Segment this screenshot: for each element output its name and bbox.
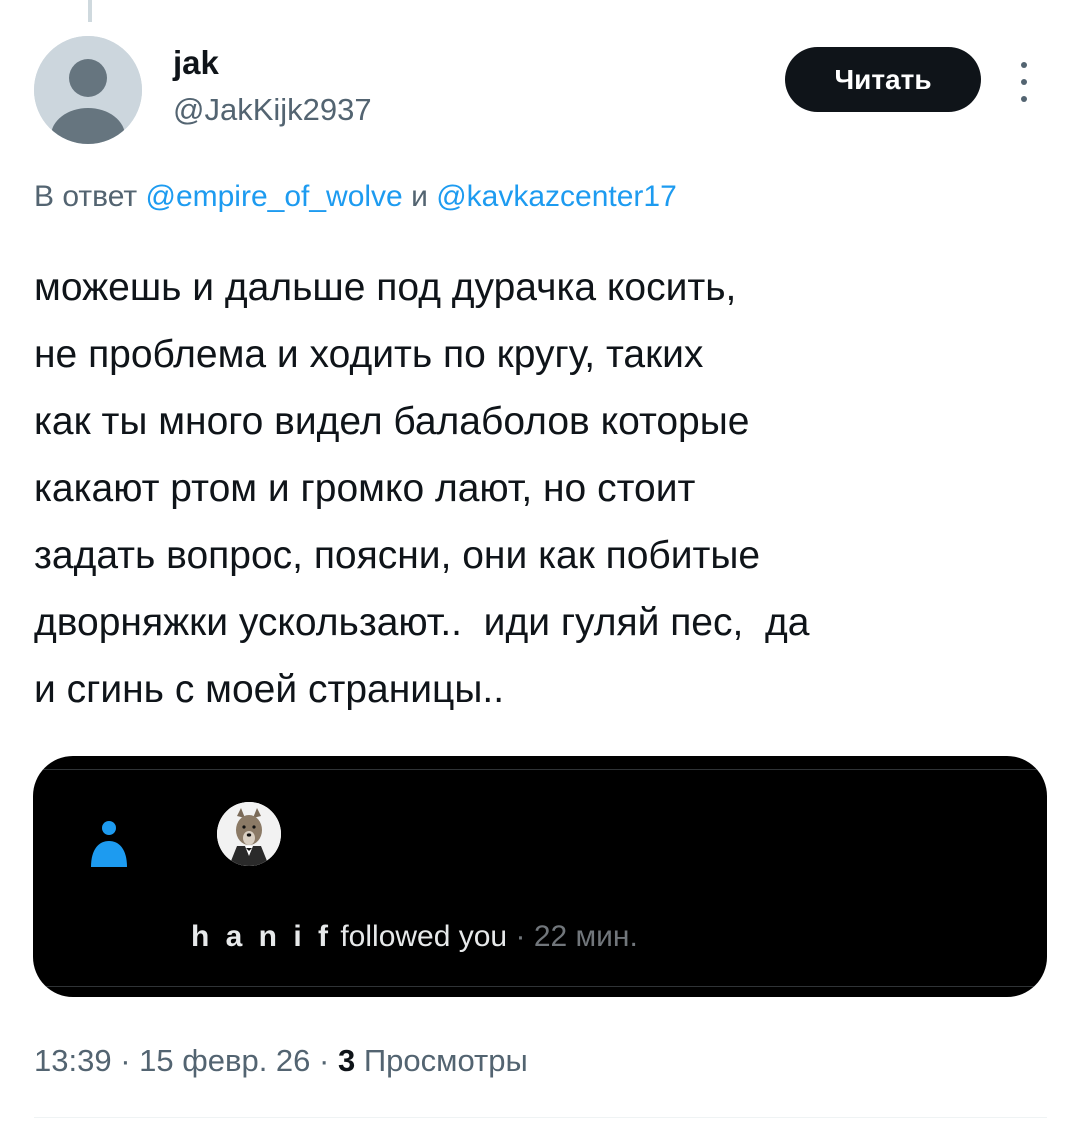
more-vertical-icon[interactable] [1014, 62, 1034, 102]
thread-connector-line [88, 0, 92, 22]
tweet-text: можешь и дальше под дурачка косить, не п… [34, 254, 1054, 723]
tweet-time[interactable]: 13:39 [34, 1043, 112, 1078]
notification-separator: · [515, 920, 526, 953]
tweet-line: можешь и дальше под дурачка косить, [34, 266, 737, 309]
tweet-line: не проблема и ходить по кругу, таких [34, 333, 704, 376]
notification-action: followed you [340, 920, 508, 953]
meta-separator: · [120, 1043, 131, 1078]
bottom-divider [34, 1117, 1047, 1118]
follow-notification: h a n i f followed you · 22 мин. [191, 918, 638, 956]
views-count[interactable]: 3 [338, 1043, 355, 1078]
follow-button[interactable]: Читать [785, 47, 981, 112]
tweet-date[interactable]: 15 февр. 26 [139, 1043, 310, 1078]
wolf-icon [217, 802, 281, 866]
tweet-line: какают ртом и громко лают, но стоит [34, 467, 696, 510]
notification-username: h a n i f [191, 920, 332, 953]
tweet-line: задать вопрос, поясни, они как побитые [34, 534, 761, 577]
reply-context: В ответ @empire_of_wolve и @kavkazcenter… [34, 177, 677, 217]
attached-screenshot[interactable]: h a n i f followed you · 22 мин. [33, 756, 1047, 997]
wolf-avatar [217, 802, 281, 866]
author-avatar[interactable] [34, 36, 142, 144]
tweet-meta: 13:39 · 15 февр. 26 · 3 Просмотры [34, 1041, 528, 1081]
author-handle[interactable]: @JakKijk2937 [173, 92, 372, 128]
tweet-line: и сгинь с моей страницы.. [34, 668, 505, 711]
media-bottom-divider [33, 986, 1047, 987]
mention-link-empire[interactable]: @empire_of_wolve [145, 180, 402, 213]
views-label[interactable]: Просмотры [364, 1043, 528, 1078]
tweet-line: как ты много видел балаболов которые [34, 400, 750, 443]
reply-prefix: В ответ [34, 180, 138, 213]
tweet-line: дворняжки ускользают.. иди гуляй пес, да [34, 601, 810, 644]
notification-time: 22 мин. [533, 920, 638, 953]
meta-separator: · [319, 1043, 330, 1078]
media-top-divider [33, 769, 1047, 770]
mention-link-kavkaz[interactable]: @kavkazcenter17 [436, 180, 677, 213]
reply-conjunction: и [411, 180, 428, 213]
person-icon [91, 821, 127, 867]
author-display-name[interactable]: jak [173, 44, 219, 82]
default-avatar-icon [34, 36, 142, 144]
